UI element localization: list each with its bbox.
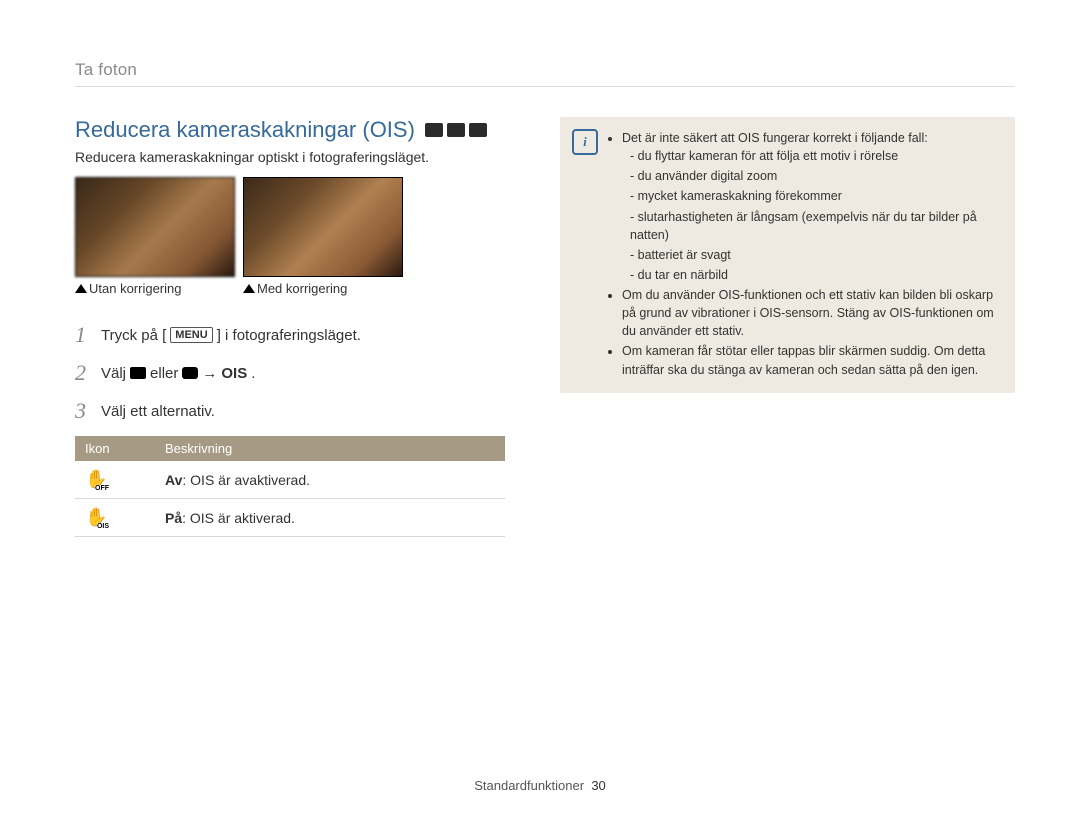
table-header-desc: Beskrivning — [155, 436, 505, 461]
step-3: 3 Välj ett alternativ. — [75, 398, 505, 424]
icon-sub-on: OIS — [97, 523, 109, 530]
row-label-off: Av — [165, 472, 182, 488]
icon-sub-off: OFF — [95, 485, 109, 492]
ois-on-icon: ✋OIS — [85, 507, 107, 528]
mode-icon-video — [469, 123, 487, 137]
sample-label-before: Utan korrigering — [75, 281, 235, 296]
step-number: 2 — [75, 360, 91, 386]
step-2-ois: OIS — [221, 365, 247, 382]
page-title: Reducera kameraskakningar (OIS) — [75, 117, 505, 143]
row-desc-off: : OIS är avaktiverad. — [182, 472, 310, 488]
step-number: 3 — [75, 398, 91, 424]
sample-label-before-text: Utan korrigering — [89, 281, 182, 296]
footer-page-number: 30 — [591, 778, 605, 793]
step-1-text-b: ] i fotograferingsläget. — [217, 327, 361, 344]
note-b1-text: Det är inte säkert att OIS fungerar korr… — [622, 131, 928, 145]
note-sub-4: slutarhastigheten är långsam (exempelvis… — [630, 208, 1001, 244]
triangle-icon — [75, 284, 87, 293]
table-header-icon: Ikon — [75, 436, 155, 461]
note-sub-5: batteriet är svagt — [630, 246, 1001, 264]
table-row: ✋OFF Av: OIS är avaktiverad. — [75, 461, 505, 499]
step-number: 1 — [75, 322, 91, 348]
row-desc-on: : OIS är aktiverad. — [182, 510, 295, 526]
table-row: ✋OIS På: OIS är aktiverad. — [75, 499, 505, 537]
title-text: Reducera kameraskakningar (OIS) — [75, 117, 415, 143]
sample-label-after: Med korrigering — [243, 281, 403, 296]
note-sub-2: du använder digital zoom — [630, 167, 1001, 185]
note-box: i Det är inte säkert att OIS fungerar ko… — [560, 117, 1015, 393]
page-footer: Standardfunktioner 30 — [0, 778, 1080, 793]
sample-image-after — [243, 177, 403, 277]
step-1: 1 Tryck på [MENU ] i fotograferingsläget. — [75, 322, 505, 348]
note-sub-6: du tar en närbild — [630, 266, 1001, 284]
options-table: Ikon Beskrivning ✋OFF Av: OIS är avaktiv… — [75, 436, 505, 537]
menu-button-glyph: MENU — [170, 327, 212, 343]
step-2-period: . — [251, 365, 255, 382]
sample-label-after-text: Med korrigering — [257, 281, 347, 296]
step-1-text-a: Tryck på [ — [101, 327, 166, 344]
video-icon — [182, 367, 198, 379]
note-sub-3: mycket kameraskakning förekommer — [630, 187, 1001, 205]
step-3-text: Välj ett alternativ. — [101, 403, 215, 420]
camera-icon — [130, 367, 146, 379]
breadcrumb: Ta foton — [75, 60, 1015, 80]
note-bullet-1: Det är inte säkert att OIS fungerar korr… — [622, 129, 1001, 284]
step-2: 2 Välj eller → OIS. — [75, 360, 505, 386]
ois-off-icon: ✋OFF — [85, 469, 107, 490]
sample-image-before — [75, 177, 235, 277]
subtitle: Reducera kameraskakningar optiskt i foto… — [75, 149, 505, 165]
triangle-icon — [243, 284, 255, 293]
note-bullet-2: Om du använder OIS-funktionen och ett st… — [622, 286, 1001, 340]
mode-icon-scene — [447, 123, 465, 137]
arrow-icon: → — [202, 365, 217, 382]
note-bullet-3: Om kameran får stötar eller tappas blir … — [622, 342, 1001, 378]
note-sub-1: du flyttar kameran för att följa ett mot… — [630, 147, 1001, 165]
footer-section: Standardfunktioner — [474, 778, 584, 793]
row-label-on: På — [165, 510, 182, 526]
step-2-text-b: eller — [150, 365, 178, 382]
step-2-text-a: Välj — [101, 365, 126, 382]
info-icon: i — [572, 129, 598, 155]
divider — [75, 86, 1015, 87]
mode-icons — [425, 123, 487, 137]
mode-icon-photo — [425, 123, 443, 137]
